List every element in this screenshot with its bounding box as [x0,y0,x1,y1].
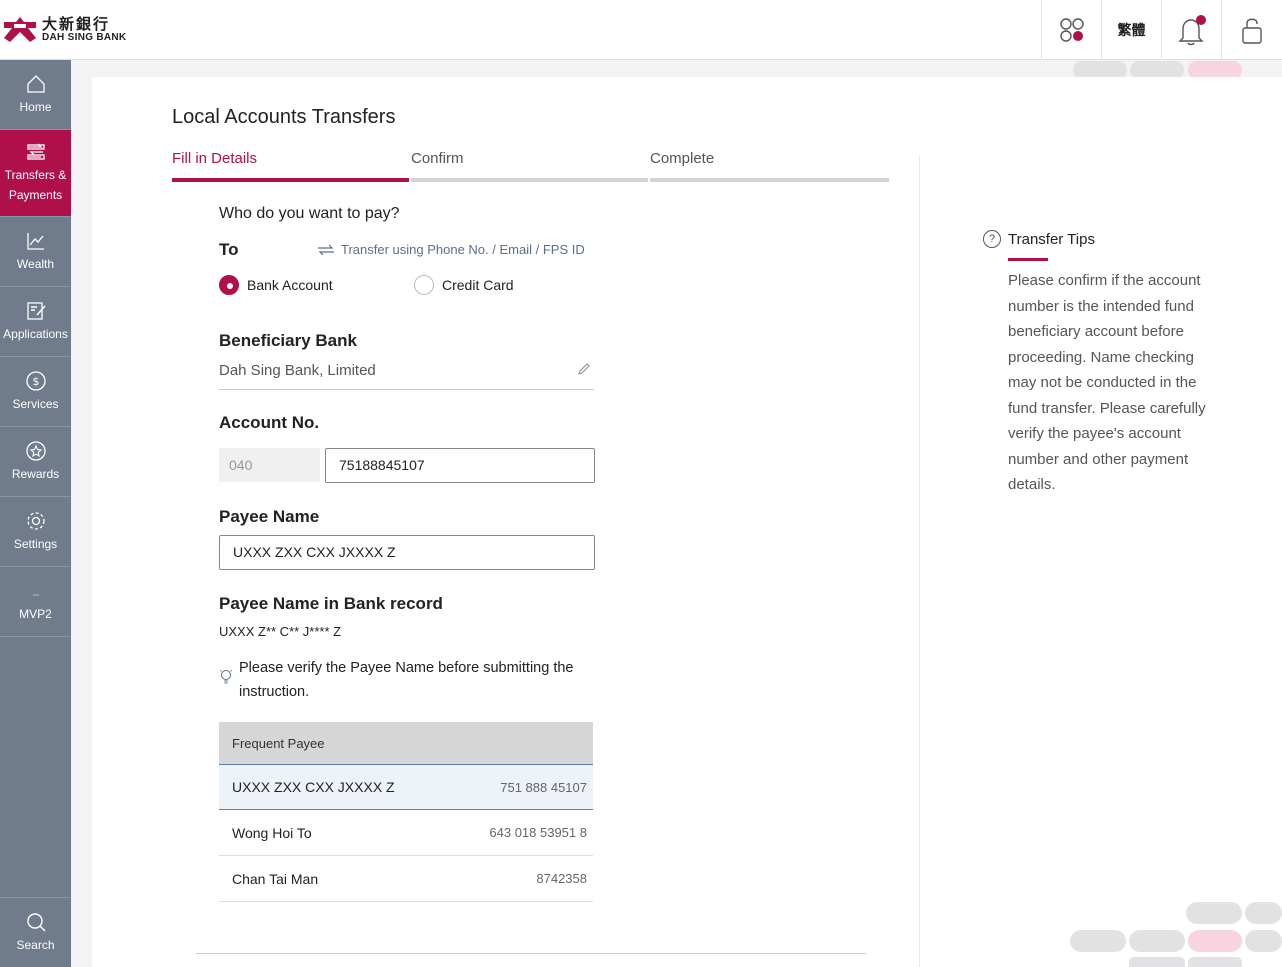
lock-icon [1242,18,1262,44]
bank-field-underline [219,389,594,390]
frequent-payee-row[interactable]: UXXX ZXX CXX JXXXX Z 751 888 45107 [219,764,593,810]
frequent-payee-row[interactable]: Wong Hoi To 643 018 53951 8 [219,810,593,856]
gear-icon [26,511,45,530]
radio-label: Bank Account [247,277,333,293]
sidebar-item-settings[interactable]: Settings [0,497,71,567]
radio-bank-account[interactable]: Bank Account [219,275,333,295]
transfer-tips-body: Please confirm if the account number is … [1008,272,1206,493]
payee-row-name: Chan Tai Man [232,870,319,887]
decor-pill [1129,957,1185,967]
bank-code-prefix: 040 [219,448,320,482]
verify-note: Please verify the Payee Name before subm… [239,660,574,700]
sidebar-item-mvp2[interactable]: MVP2 [0,567,71,637]
decor-pill [1070,930,1126,952]
transfer-icon [26,143,45,160]
section-divider [196,953,866,954]
beneficiary-bank-value[interactable]: Dah Sing Bank, Limited [219,362,376,379]
tips-accent-bar [1008,258,1048,261]
sidebar-item-search[interactable]: Search [0,897,71,967]
decor-pill [1186,902,1242,924]
sidebar-label: Transfers & Payments [4,168,67,202]
beneficiary-bank-label: Beneficiary Bank [219,331,357,350]
logo-cn: 大新銀行 [42,15,111,33]
transfer-tips-title: ? Transfer Tips [983,230,1095,248]
payee-row-name: Wong Hoi To [232,824,312,841]
notifications-button[interactable] [1161,0,1221,60]
payee-name-label: Payee Name [219,507,320,526]
dah-sing-logo-icon [4,17,36,42]
step-confirm: Confirm [411,150,464,167]
logout-button[interactable] [1221,0,1282,60]
tips-title-text: Transfer Tips [1008,230,1095,248]
frequent-payee-row[interactable]: Chan Tai Man 8742358 [219,856,593,902]
sidebar-label: Rewards [11,466,60,481]
home-icon [26,74,45,93]
payee-row-number: 751 888 45107 [500,779,587,795]
sidebar-label: MVP2 [19,606,52,621]
swap-arrows-icon [318,244,334,255]
radio-selected-icon [219,275,239,295]
radio-unselected-icon [414,275,434,295]
to-label: To [219,240,239,259]
column-divider [919,155,920,967]
radio-label: Credit Card [442,277,514,293]
step-complete: Complete [650,150,715,167]
decor-pill [1188,930,1242,952]
question-title: Who do you want to pay? [219,205,400,222]
payee-row-name: UXXX ZXX CXX JXXXX Z [232,779,395,795]
sidebar-label: Applications [3,326,68,341]
sidebar-label: Search [16,937,55,952]
sidebar-item-applications[interactable]: Applications [0,287,71,357]
sidebar-label: Services [12,396,59,411]
sidebar-item-wealth[interactable]: Wealth [0,217,71,287]
bell-icon [1177,15,1206,46]
svg-text:$: $ [32,375,39,388]
language-toggle[interactable]: 繁體 [1101,0,1161,60]
dash-icon [32,593,39,596]
search-icon [26,912,46,932]
radio-credit-card[interactable]: Credit Card [414,275,514,295]
fps-link-label: Transfer using Phone No. / Email / FPS I… [341,242,585,257]
lightbulb-icon [219,669,233,684]
step-fill-details: Fill in Details [172,150,258,167]
payee-row-number: 643 018 53951 8 [489,825,587,840]
bank-record-label: Payee Name in Bank record [219,594,443,613]
logo-en: DAH SING BANK [42,31,127,43]
payee-name-input[interactable]: UXXX ZXX CXX JXXXX Z [219,535,595,570]
sidebar-item-services[interactable]: $ Services [0,357,71,427]
chart-icon [26,232,44,250]
fps-transfer-link[interactable]: Transfer using Phone No. / Email / FPS I… [317,242,585,257]
step-bar-active [172,178,409,182]
sidebar: Home Transfers & Payments Wealth Applica… [0,60,71,967]
star-icon [25,440,46,461]
apps-grid-icon [1059,18,1084,42]
sidebar-label: Settings [13,536,58,551]
decor-pill [1129,930,1185,952]
page-title: Local Accounts Transfers [172,106,396,128]
sidebar-label: Wealth [16,256,55,271]
step-bar [411,178,648,182]
decor-pill [1245,902,1282,924]
decor-pill [1188,957,1242,967]
frequent-payee-header: Frequent Payee [219,722,593,764]
sidebar-label: Home [19,99,52,114]
frequent-payee-table: Frequent Payee UXXX ZXX CXX JXXXX Z 751 … [219,722,593,902]
dollar-icon: $ [25,370,46,391]
sidebar-item-home[interactable]: Home [0,60,71,130]
bank-record-value: UXXX Z** C** J**** Z [219,624,342,639]
sidebar-item-rewards[interactable]: Rewards [0,427,71,497]
question-circle-icon: ? [983,230,1001,248]
decor-pill [1245,930,1282,952]
edit-form-icon [26,301,46,320]
step-bar [650,178,889,182]
account-number-input[interactable]: 75188845107 [325,448,595,483]
sidebar-item-transfers[interactable]: Transfers & Payments [0,130,71,217]
payee-row-number: 8742358 [536,871,587,886]
bank-logo[interactable]: 大新銀行 DAH SING BANK [0,10,126,50]
edit-pencil-icon[interactable] [577,362,591,376]
apps-button[interactable] [1041,0,1101,60]
top-header: 大新銀行 DAH SING BANK 繁體 [0,0,1282,60]
account-no-label: Account No. [219,413,320,432]
